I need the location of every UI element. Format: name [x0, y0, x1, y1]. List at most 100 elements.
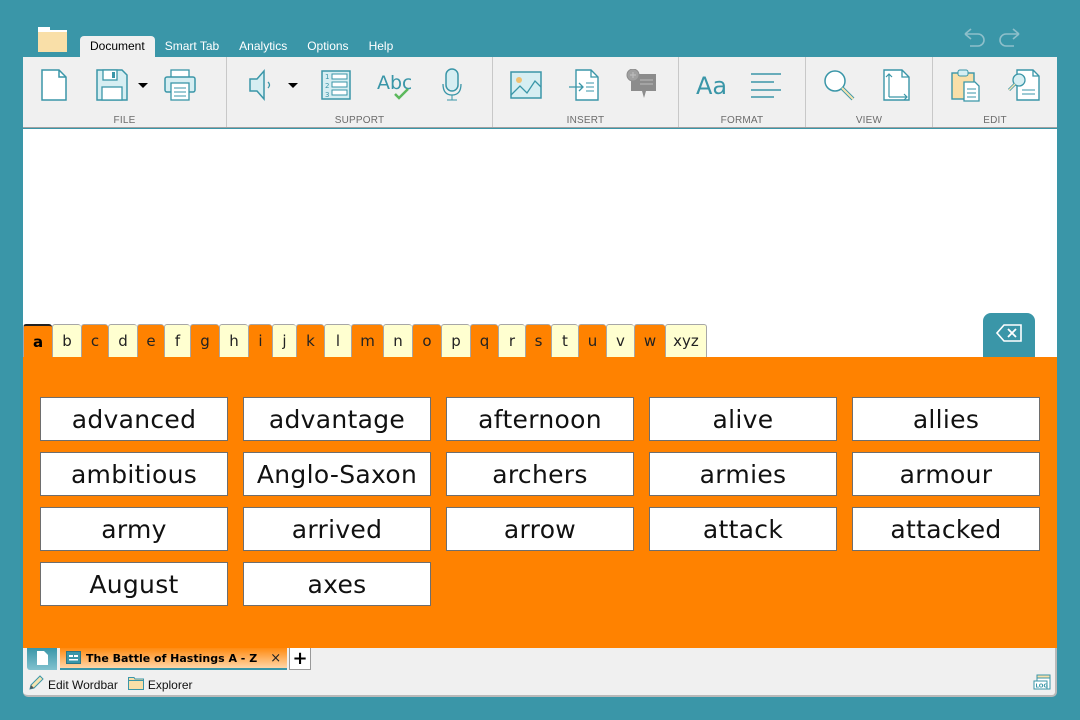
word-button[interactable]: August: [40, 562, 228, 606]
ribbon-group-view: VIEW: [806, 57, 933, 127]
microphone-icon[interactable]: [429, 62, 475, 108]
word-button[interactable]: armies: [649, 452, 837, 496]
letter-tab-u[interactable]: u: [578, 324, 606, 357]
wordbar-page-tab[interactable]: [27, 648, 57, 670]
word-button[interactable]: arrow: [446, 507, 634, 551]
edit-wordbar-label: Edit Wordbar: [48, 677, 118, 692]
tab-help[interactable]: Help: [359, 36, 404, 57]
letter-tab-r[interactable]: r: [498, 324, 525, 357]
backspace-button[interactable]: [983, 313, 1035, 357]
document-editor[interactable]: [23, 129, 1057, 357]
group-label-insert: INSERT: [566, 115, 605, 126]
save-icon[interactable]: [89, 62, 135, 108]
word-button[interactable]: allies: [852, 397, 1040, 441]
tab-options[interactable]: Options: [297, 36, 358, 57]
letter-tab-i[interactable]: i: [248, 324, 272, 357]
tab-smart-tab[interactable]: Smart Tab: [155, 36, 229, 57]
speech-dropdown-arrow[interactable]: [285, 65, 301, 105]
ribbon-group-insert: INSERT: [493, 57, 679, 127]
word-button[interactable]: attacked: [852, 507, 1040, 551]
tab-document[interactable]: Document: [80, 36, 155, 57]
print-icon[interactable]: [157, 62, 203, 108]
letter-tab-g[interactable]: g: [190, 324, 219, 357]
letter-tab-l[interactable]: l: [324, 324, 351, 357]
new-document-icon[interactable]: [31, 62, 77, 108]
word-button[interactable]: ambitious: [40, 452, 228, 496]
ribbon-group-file: FILE: [23, 57, 227, 127]
word-grid: advanced advantage afternoon alive allies amb…: [40, 397, 1040, 606]
spellcheck-icon[interactable]: Abc: [371, 62, 417, 108]
app-folder-icon[interactable]: [38, 27, 67, 52]
word-button[interactable]: archers: [446, 452, 634, 496]
word-panel: advanced advantage afternoon alive allies amb…: [23, 357, 1057, 648]
group-label-file: FILE: [113, 115, 136, 126]
redo-icon[interactable]: [996, 26, 1022, 48]
insert-file-icon[interactable]: [561, 62, 607, 108]
speaker-icon[interactable]: [239, 62, 285, 108]
word-button[interactable]: attack: [649, 507, 837, 551]
letter-tab-o[interactable]: o: [412, 324, 441, 357]
close-tab-button[interactable]: ×: [270, 651, 281, 666]
word-button[interactable]: alive: [649, 397, 837, 441]
menu-tabs: Document Smart Tab Analytics Options Hel…: [80, 36, 403, 57]
word-button[interactable]: arrived: [243, 507, 431, 551]
wordbar-doc-tab[interactable]: The Battle of Hastings A - Z ×: [60, 648, 288, 670]
explorer-button[interactable]: Explorer: [127, 676, 193, 693]
letter-tab-v[interactable]: v: [606, 324, 634, 357]
undo-redo-controls: [962, 26, 1022, 48]
add-tab-button[interactable]: +: [289, 648, 312, 670]
letter-tab-b[interactable]: b: [52, 324, 81, 357]
letter-tab-j[interactable]: j: [272, 324, 296, 357]
letter-tab-h[interactable]: h: [219, 324, 248, 357]
word-button[interactable]: axes: [243, 562, 431, 606]
letter-tab-k[interactable]: k: [296, 324, 324, 357]
letter-tab-m[interactable]: m: [351, 324, 383, 357]
letter-tab-p[interactable]: p: [441, 324, 470, 357]
svg-text:1: 1: [325, 73, 329, 81]
letter-tab-xyz[interactable]: xyz: [665, 324, 707, 357]
tab-analytics[interactable]: Analytics: [229, 36, 297, 57]
word-button[interactable]: advanced: [40, 397, 228, 441]
svg-text:LOG: LOG: [1036, 684, 1049, 690]
page-icon: [36, 650, 48, 669]
svg-text:Aa: Aa: [696, 72, 727, 100]
page-size-icon[interactable]: [874, 62, 920, 108]
add-comment-icon[interactable]: [619, 62, 665, 108]
word-button[interactable]: advantage: [243, 397, 431, 441]
word-button[interactable]: afternoon: [446, 397, 634, 441]
wordbar-footer: The Battle of Hastings A - Z × + Edit Wo…: [23, 648, 1057, 697]
undo-icon[interactable]: [962, 26, 988, 48]
zoom-icon[interactable]: [816, 62, 862, 108]
letter-tab-c[interactable]: c: [81, 324, 108, 357]
letter-tab-e[interactable]: e: [137, 324, 164, 357]
letter-tabs: a b c d e f g h i j k l m n o p q r s t u v w xyz: [23, 324, 707, 357]
word-button[interactable]: Anglo-Saxon: [243, 452, 431, 496]
wordbar-doc-title: The Battle of Hastings A - Z: [86, 651, 258, 665]
insert-image-icon[interactable]: [503, 62, 549, 108]
paste-icon[interactable]: [943, 62, 989, 108]
edit-wordbar-button[interactable]: Edit Wordbar: [28, 675, 118, 694]
wordbar-tabs: The Battle of Hastings A - Z × +: [27, 648, 312, 670]
letter-tab-f[interactable]: f: [164, 324, 190, 357]
paragraph-align-icon[interactable]: [743, 62, 789, 108]
ribbon-group-support: 123 Abc SUPPORT: [227, 57, 493, 127]
word-button[interactable]: army: [40, 507, 228, 551]
letter-tab-w[interactable]: w: [634, 324, 665, 357]
letter-tab-t[interactable]: t: [551, 324, 578, 357]
letter-tab-a[interactable]: a: [23, 324, 52, 357]
explorer-label: Explorer: [147, 677, 193, 692]
wordbar-icon: [66, 649, 81, 668]
letter-tab-n[interactable]: n: [383, 324, 412, 357]
save-dropdown-arrow[interactable]: [135, 65, 151, 105]
letter-tab-d[interactable]: d: [108, 324, 137, 357]
font-icon[interactable]: Aa: [689, 62, 735, 108]
letter-tab-s[interactable]: s: [525, 324, 551, 357]
letter-tab-q[interactable]: q: [470, 324, 498, 357]
word-button[interactable]: armour: [852, 452, 1040, 496]
log-icon[interactable]: LOG: [1033, 674, 1051, 692]
numbered-list-icon[interactable]: 123: [313, 62, 359, 108]
pencil-icon: [28, 675, 44, 694]
ribbon-group-edit: EDIT: [933, 57, 1057, 127]
group-label-edit: EDIT: [983, 115, 1007, 126]
find-icon[interactable]: [1001, 62, 1047, 108]
